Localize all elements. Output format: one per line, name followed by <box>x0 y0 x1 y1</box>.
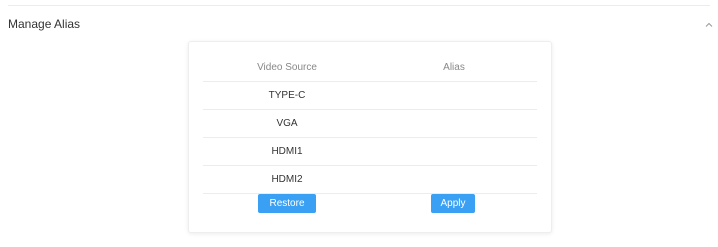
column-header-alias: Alias <box>443 62 465 73</box>
video-source-name: HDMI1 <box>271 146 303 157</box>
action-bar: Restore Apply <box>203 193 537 215</box>
restore-button[interactable]: Restore <box>258 194 316 213</box>
video-source-name: HDMI2 <box>271 174 303 185</box>
alias-input[interactable] <box>391 170 521 191</box>
alias-input[interactable] <box>391 142 521 163</box>
table-row: HDMI1 <box>203 138 537 166</box>
section-title: Manage Alias <box>8 17 81 31</box>
apply-button[interactable]: Apply <box>431 194 475 213</box>
table-row: VGA <box>203 110 537 138</box>
alias-table: Video Source Alias TYPE-C VGA HDMI1 HDMI… <box>203 54 537 194</box>
column-header-video-source: Video Source <box>257 62 317 73</box>
table-row: TYPE-C <box>203 82 537 110</box>
chevron-up-icon[interactable] <box>704 17 714 27</box>
alias-input[interactable] <box>391 114 521 135</box>
alias-card: Video Source Alias TYPE-C VGA HDMI1 HDMI… <box>188 41 552 233</box>
video-source-name: VGA <box>276 118 298 129</box>
alias-input[interactable] <box>391 86 521 107</box>
section-header: Manage Alias <box>0 6 718 36</box>
video-source-name: TYPE-C <box>268 90 306 101</box>
table-row: HDMI2 <box>203 166 537 194</box>
table-header-row: Video Source Alias <box>203 54 537 82</box>
